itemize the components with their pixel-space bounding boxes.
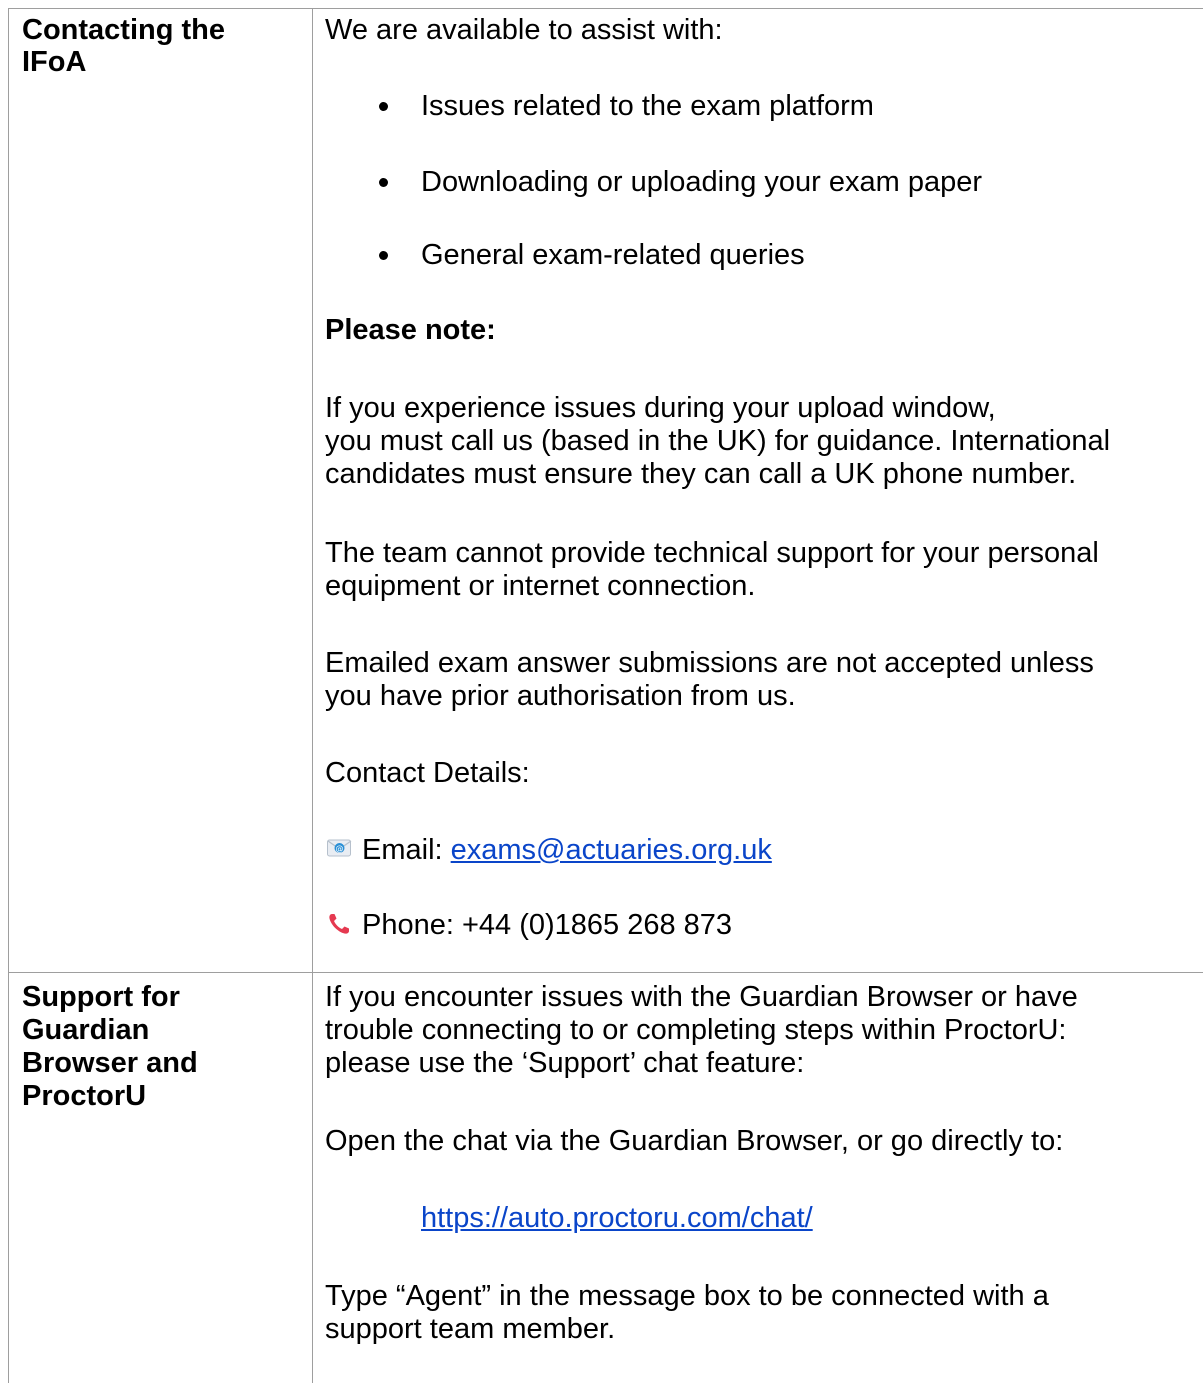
heading-line: Guardian [22, 1014, 150, 1046]
bullet-dot [379, 102, 388, 111]
phone-text: Phone: +44 (0)1865 268 873 [362, 909, 733, 941]
paragraph-line: Type “Agent” in the message box to be co… [325, 1280, 1049, 1312]
contact-details-heading: Contact Details: [325, 757, 530, 789]
heading-line: Browser and [22, 1047, 198, 1079]
paragraph-line: trouble connecting to or completing step… [325, 1014, 1067, 1046]
heading-line: Support for [22, 981, 180, 1013]
table-left-border [8, 8, 9, 1383]
bullet-dot [379, 178, 388, 187]
list-item-text: General exam-related queries [421, 239, 805, 271]
phone-handset-icon [329, 914, 349, 934]
email-label: Email: [362, 834, 451, 866]
heading-line: Contacting the [22, 14, 225, 46]
column-divider [312, 8, 313, 1383]
chat-url-link[interactable]: https://auto.proctoru.com/chat/ [421, 1202, 813, 1234]
heading-line: IFoA [22, 46, 87, 78]
paragraph-line: you have prior authorisation from us. [325, 680, 796, 712]
paragraph-line: candidates must ensure they can call a U… [325, 458, 1077, 490]
note-heading: Please note: [325, 314, 496, 346]
list-item-text: Issues related to the exam platform [421, 90, 874, 122]
paragraph-line: equipment or internet connection. [325, 570, 756, 602]
svg-text:@: @ [336, 844, 344, 853]
open-chat-paragraph: Open the chat via the Guardian Browser, … [325, 1125, 1064, 1157]
paragraph-line: you must call us (based in the UK) for g… [325, 425, 1111, 457]
list-item-text: Downloading or uploading your exam paper [421, 166, 983, 198]
paragraph-line: If you experience issues during your upl… [325, 392, 996, 424]
paragraph-line: The team cannot provide technical suppor… [325, 537, 1099, 569]
heading-line: ProctorU [22, 1080, 147, 1112]
row-divider [8, 972, 1203, 973]
paragraph-line: please use the ‘Support’ chat feature: [325, 1047, 805, 1079]
email-line: Email: exams@actuaries.org.uk [362, 834, 772, 867]
email-envelope-icon: @ [327, 839, 352, 857]
paragraph-line: If you encounter issues with the Guardia… [325, 981, 1078, 1013]
table-top-border [8, 8, 1203, 9]
email-link[interactable]: exams@actuaries.org.uk [451, 834, 772, 866]
chat-url-line: https://auto.proctoru.com/chat/ [421, 1202, 813, 1235]
paragraph-line: Emailed exam answer submissions are not … [325, 647, 1094, 679]
paragraph-line: support team member. [325, 1313, 616, 1345]
intro-text: We are available to assist with: [325, 14, 723, 46]
bullet-dot [379, 251, 388, 260]
